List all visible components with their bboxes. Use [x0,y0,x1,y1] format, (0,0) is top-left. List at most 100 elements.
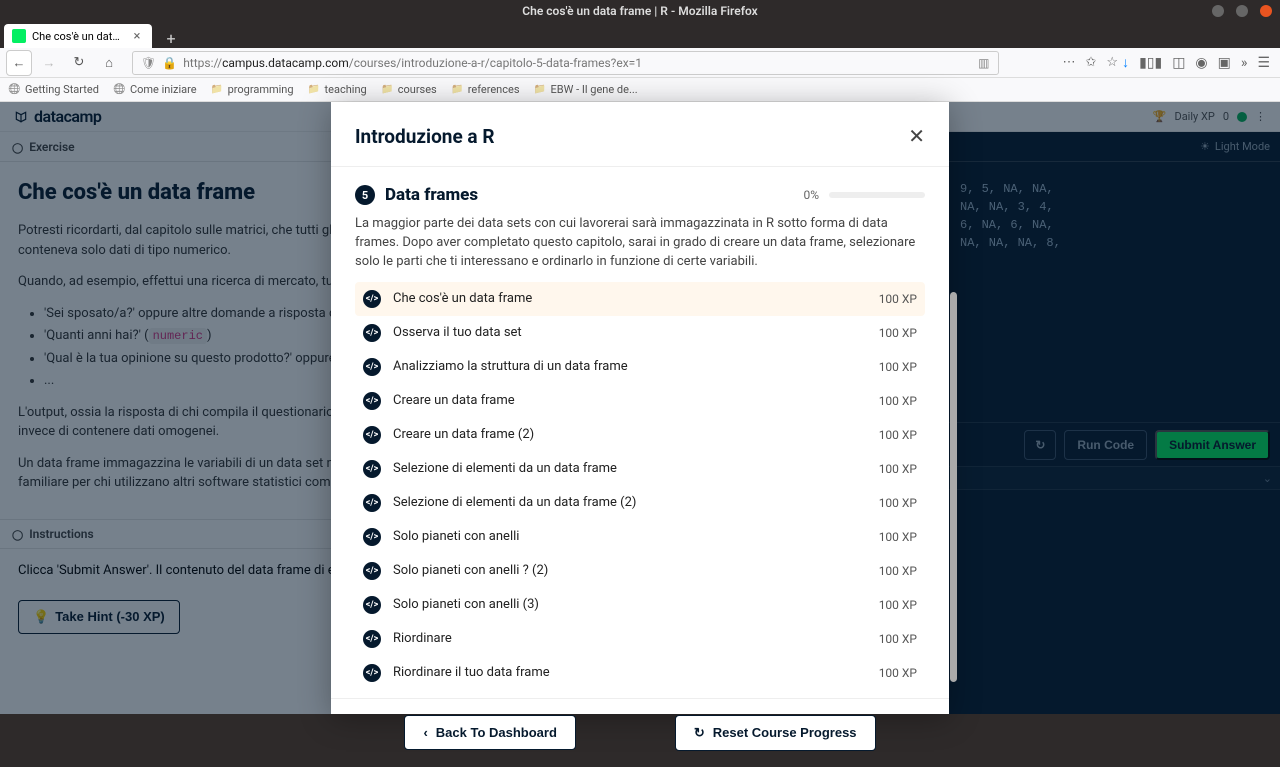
lesson-item[interactable]: </> Creare un data frame (2) 100 XP [355,418,925,452]
chapter-description: La maggior parte dei data sets con cui l… [355,215,925,272]
window-minimize-button[interactable] [1212,5,1224,17]
lesson-title: Solo pianeti con anelli ? (2) [393,563,548,578]
lesson-xp: 100 XP [879,598,917,612]
lesson-item[interactable]: </> Selezione di elementi da un data fram… [355,452,925,486]
lesson-xp: 100 XP [879,462,917,476]
chevron-left-icon: ‹ [423,725,427,740]
code-icon: </> [363,596,381,614]
url-text: https://campus.datacamp.com/courses/intr… [183,56,972,70]
lesson-xp: 100 XP [879,428,917,442]
lock-icon: 🔒 [162,56,177,70]
nav-home-button[interactable]: ⌂ [96,50,122,76]
reset-course-button[interactable]: ↻ Reset Course Progress [675,715,876,751]
bookmark-label: Come iniziare [130,83,197,96]
lesson-item[interactable]: </> Selezione di elementi da un data fram… [355,486,925,520]
window-title: Che cos'è un data frame | R - Mozilla Fi… [0,4,1280,18]
chapter-name: Data frames [385,185,478,205]
bookmark-item[interactable]: courses [381,83,437,96]
pocket-icon[interactable]: ▣ [1218,55,1231,71]
code-icon: </> [363,528,381,546]
lesson-list: </>Che cos'è un data frame100 XP</>Osser… [355,282,925,690]
bookmark-label: Getting Started [25,83,99,96]
lesson-item[interactable]: </>Osserva il tuo data set100 XP [355,316,925,350]
overflow-icon[interactable]: » [1241,55,1248,71]
lesson-title: Selezione di elementi da un data frame [393,461,617,476]
lesson-item[interactable]: </> Solo pianeti con anelli ? (2) 100 XP [355,554,925,588]
code-icon: </> [363,290,381,308]
lesson-item[interactable]: </> Solo pianeti con anelli 100 XP [355,520,925,554]
lesson-title: Selezione di elementi da un data frame (… [393,495,636,510]
app-viewport: datacamp 🏆 Daily XP 0 ⋮ Exercise Che cos… [0,102,1280,714]
browser-tabstrip: Che cos'è un data frame × + [0,22,1280,48]
code-icon: </> [363,460,381,478]
bookmark-item[interactable]: references [451,83,520,96]
lesson-item[interactable]: </>Che cos'è un data frame100 XP [355,282,925,316]
tab-close-button[interactable]: × [130,29,144,44]
bookmark-item[interactable]: programming [211,83,294,96]
downloads-icon[interactable]: ↓ [1122,54,1129,71]
lesson-xp: 100 XP [879,360,917,374]
modal-close-button[interactable]: ✕ [908,124,925,148]
tab-favicon [12,29,26,43]
code-icon: </> [363,562,381,580]
lesson-title: Solo pianeti con anelli (3) [393,597,539,612]
back-to-dashboard-button[interactable]: ‹ Back To Dashboard [404,715,575,750]
browser-toolbar: ← → ↻ ⌂ 🛡 🔒 https://campus.datacamp.com/… [0,48,1280,78]
code-icon: </> [363,324,381,342]
lesson-title: Creare un data frame [393,393,515,408]
lesson-xp: 100 XP [879,530,917,544]
bookmark-label: teaching [325,83,367,96]
help-icon[interactable]: ◉ [1195,55,1207,71]
lesson-xp: 100 XP [879,564,917,578]
new-tab-button[interactable]: + [158,28,184,48]
lesson-xp: 100 XP [879,632,917,646]
folder-icon [381,83,394,96]
bookmark-item[interactable]: Come iniziare [113,83,197,96]
bookmark-item[interactable]: EBW - Il gene de... [534,83,638,96]
bookmark-label: courses [398,83,437,96]
code-icon: </> [363,630,381,648]
nav-reload-button[interactable]: ↻ [66,50,92,76]
lesson-xp: 100 XP [879,666,917,680]
url-input[interactable]: 🛡 🔒 https://campus.datacamp.com/courses/… [132,51,999,75]
chapter-progress-bar [829,192,925,198]
lesson-title: Creare un data frame (2) [393,427,534,442]
chapter-percent: 0% [803,188,819,202]
lesson-item[interactable]: </>Riordinare100 XP [355,622,925,656]
lesson-xp: 100 XP [879,496,917,510]
lesson-title: Osserva il tuo data set [393,325,522,340]
bookmark-item[interactable]: teaching [308,83,367,96]
lesson-item[interactable]: </>Analizziamo la struttura di un data f… [355,350,925,384]
shield-icon: 🛡 [141,56,156,70]
lesson-item[interactable]: </>Creare un data frame100 XP [355,384,925,418]
menu-icon[interactable]: ☰ [1257,55,1270,71]
bookmark-label: EBW - Il gene de... [551,83,638,96]
folder-icon [211,83,224,96]
globe-icon [8,83,21,96]
bookmark-item[interactable]: Getting Started [8,83,99,96]
lesson-item[interactable]: </> Solo pianeti con anelli (3) 100 XP [355,588,925,622]
window-close-button[interactable] [1260,5,1272,17]
code-icon: </> [363,494,381,512]
lesson-item[interactable]: </> Riordinare il tuo data frame 100 XP [355,656,925,690]
nav-back-button[interactable]: ← [6,50,32,76]
bookmark-label: references [468,83,520,96]
code-icon: </> [363,664,381,682]
lesson-xp: 100 XP [879,292,917,306]
library-icon[interactable]: ▮▯▮ [1139,55,1162,71]
sidebar-icon[interactable]: ◫ [1172,55,1185,71]
nav-forward-button[interactable]: → [36,50,62,76]
chapter-number: 5 [355,185,375,205]
lesson-title: Riordinare il tuo data frame [393,665,550,680]
modal-overlay[interactable]: Introduzione a R ✕ 5 Data frames 0% La m… [0,102,1280,714]
window-maximize-button[interactable] [1236,5,1248,17]
modal-scrollbar[interactable] [950,292,957,682]
window-titlebar: Che cos'è un data frame | R - Mozilla Fi… [0,0,1280,22]
tab-title: Che cos'è un data frame [32,30,124,43]
browser-tab[interactable]: Che cos'è un data frame × [4,24,152,48]
reader-mode-icon[interactable]: ▥ [978,56,989,70]
folder-icon [451,83,464,96]
modal-title: Introduzione a R [355,125,495,148]
code-icon: </> [363,426,381,444]
lesson-title: Solo pianeti con anelli [393,529,519,544]
